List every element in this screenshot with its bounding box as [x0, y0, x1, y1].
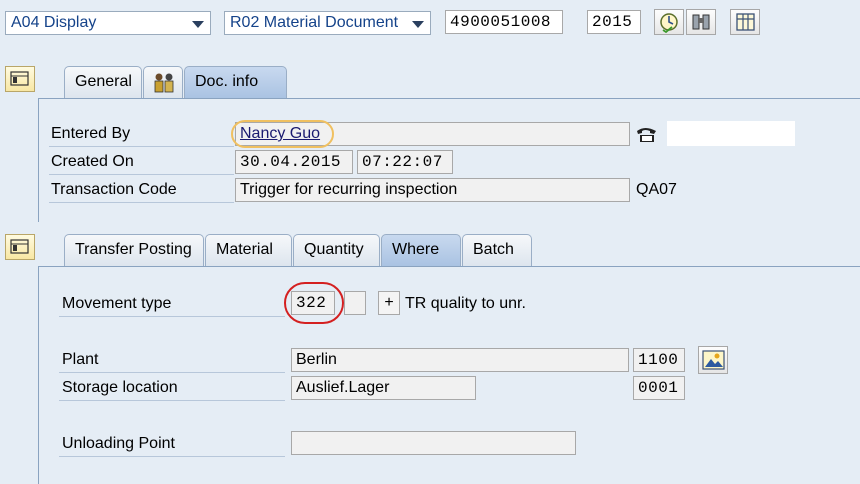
- tab-where-label: Where: [392, 241, 440, 258]
- plant-details-button[interactable]: [698, 346, 728, 374]
- tab-doc-info-label: Doc. info: [195, 73, 259, 90]
- created-on-time-value: 07:22:07: [362, 153, 443, 171]
- tab-quantity[interactable]: Quantity: [293, 234, 380, 266]
- storage-location-name-field[interactable]: Auslief.Lager: [291, 376, 476, 400]
- tab-partners[interactable]: [143, 66, 183, 98]
- redacted-field: [667, 121, 795, 146]
- plant-code-field[interactable]: 1100: [633, 348, 685, 372]
- storage-location-name-value: Auslief.Lager: [296, 379, 390, 396]
- storage-location-code-field[interactable]: 0001: [633, 376, 685, 400]
- tab-general-label: General: [75, 73, 132, 90]
- transaction-code-value: QA07: [636, 181, 677, 198]
- tab-material-label: Material: [216, 241, 273, 258]
- movement-indicator-field[interactable]: [344, 291, 366, 315]
- tab-quantity-label: Quantity: [304, 241, 364, 258]
- row-divider: [49, 202, 234, 203]
- find-button[interactable]: [686, 9, 716, 35]
- execute-button[interactable]: [654, 9, 684, 35]
- document-type-value: R02 Material Document: [230, 14, 399, 31]
- row-divider: [59, 456, 285, 457]
- row-divider: [49, 146, 234, 147]
- collapse-panel-icon: [10, 71, 29, 86]
- doc-info-panel: Entered By Nancy Guo Created On 30.04.20…: [38, 98, 860, 222]
- document-number-input[interactable]: 4900051008: [445, 10, 563, 34]
- storage-location-label: Storage location: [62, 379, 178, 396]
- transaction-text-value: Trigger for recurring inspection: [240, 181, 458, 198]
- transaction-code-label: Transaction Code: [51, 181, 177, 198]
- entered-by-highlight: [231, 120, 334, 148]
- table-layout-icon: [736, 13, 755, 31]
- chevron-down-icon: [192, 21, 204, 28]
- tab-where[interactable]: Where: [381, 234, 461, 267]
- movement-type-label: Movement type: [62, 295, 172, 312]
- year-input[interactable]: 2015: [587, 10, 641, 34]
- clock-check-icon: [660, 13, 678, 34]
- layout-button[interactable]: [730, 9, 760, 35]
- document-number-value: 4900051008: [450, 13, 552, 31]
- movement-type-highlight: [284, 282, 344, 324]
- row-divider: [49, 174, 234, 175]
- where-panel: Movement type 322 + TR quality to unr. P…: [38, 266, 860, 484]
- tab-batch[interactable]: Batch: [462, 234, 532, 266]
- created-on-label: Created On: [51, 153, 134, 170]
- tab-batch-label: Batch: [473, 241, 514, 258]
- plant-code-value: 1100: [638, 351, 679, 369]
- collapse-panel-icon: [10, 239, 29, 254]
- collapse-header-button[interactable]: [5, 66, 35, 92]
- unloading-point-field[interactable]: [291, 431, 576, 455]
- action-select-value: A04 Display: [11, 14, 97, 31]
- contact-button[interactable]: [632, 123, 662, 145]
- action-select[interactable]: A04 Display: [5, 11, 211, 35]
- telephone-icon: [637, 128, 656, 142]
- entered-by-label: Entered By: [51, 125, 131, 142]
- tab-transfer-posting[interactable]: Transfer Posting: [64, 234, 204, 266]
- movement-type-text: TR quality to unr.: [405, 295, 526, 312]
- tab-general[interactable]: General: [64, 66, 142, 98]
- document-type-select[interactable]: R02 Material Document: [224, 11, 431, 35]
- plant-name-field[interactable]: Berlin: [291, 348, 629, 372]
- created-on-date-value: 30.04.2015: [240, 153, 342, 171]
- people-icon: [154, 73, 174, 93]
- tab-doc-info[interactable]: Doc. info: [184, 66, 287, 99]
- created-on-date-field[interactable]: 30.04.2015: [235, 150, 353, 174]
- storage-location-code-value: 0001: [638, 379, 679, 397]
- year-value: 2015: [592, 13, 633, 31]
- chevron-down-icon: [412, 21, 424, 28]
- row-divider: [59, 400, 285, 401]
- plant-label: Plant: [62, 351, 99, 368]
- tab-transfer-posting-label: Transfer Posting: [75, 241, 192, 258]
- plant-name-value: Berlin: [296, 351, 337, 368]
- landscape-image-icon: [702, 350, 725, 370]
- binoculars-icon: [692, 14, 710, 30]
- row-divider: [59, 316, 285, 317]
- unloading-point-label: Unloading Point: [62, 435, 175, 452]
- tab-material[interactable]: Material: [205, 234, 292, 266]
- collapse-item-button[interactable]: [5, 234, 35, 260]
- transaction-text-field[interactable]: Trigger for recurring inspection: [235, 178, 630, 202]
- row-divider: [59, 372, 285, 373]
- created-on-time-field[interactable]: 07:22:07: [357, 150, 453, 174]
